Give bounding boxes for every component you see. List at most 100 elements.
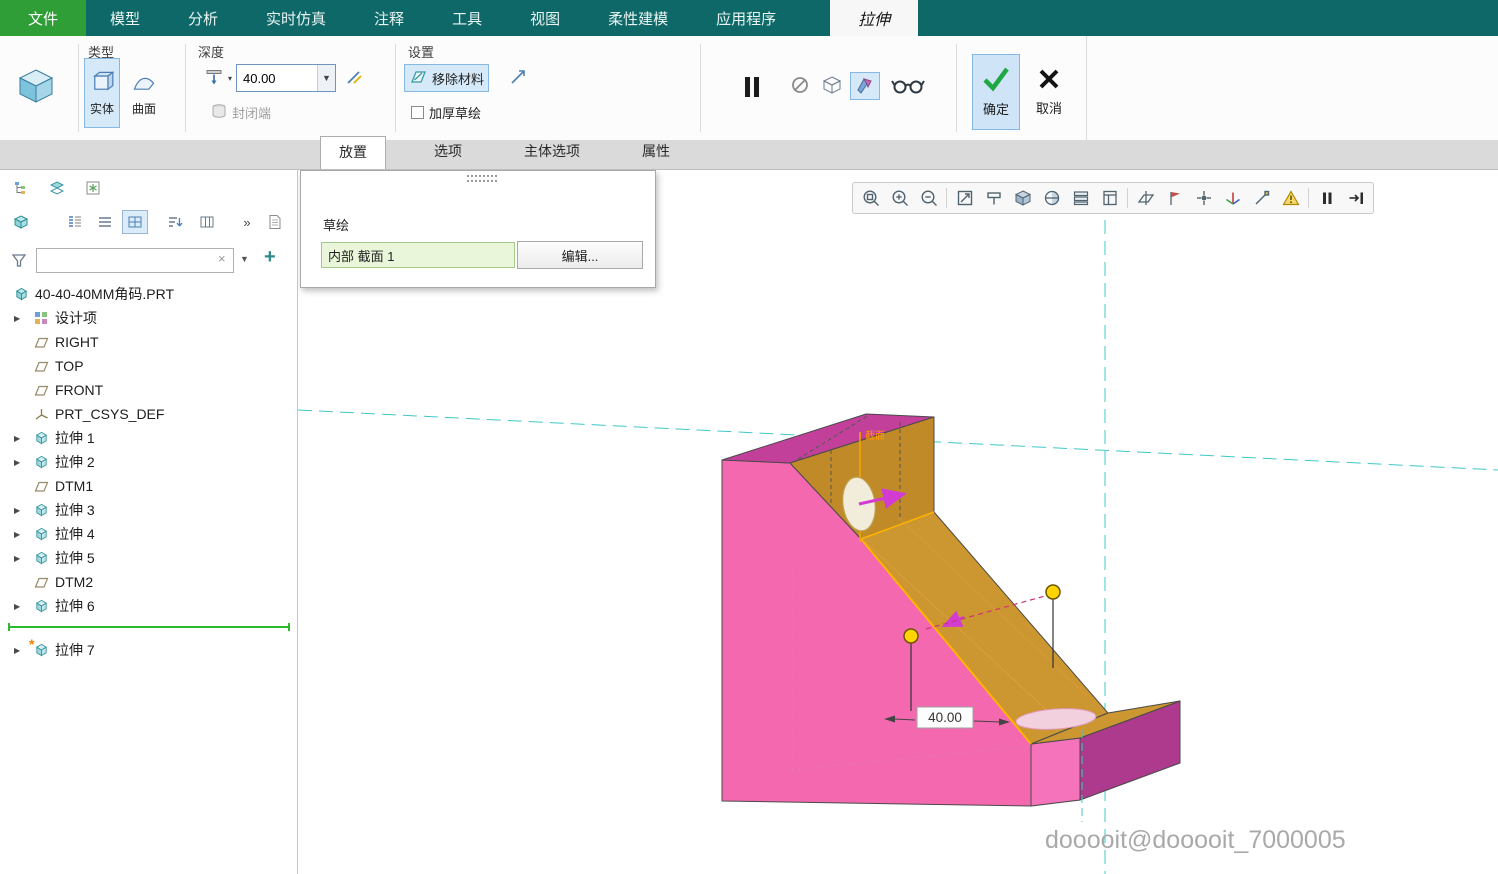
tree-filter-input[interactable]: [36, 248, 234, 273]
layer-list-icon[interactable]: [92, 210, 118, 234]
tree-item-extrude-7[interactable]: ▶ * 拉伸 7: [0, 638, 298, 662]
menu-tab-tools[interactable]: 工具: [428, 0, 506, 36]
tree-item-extrude-3[interactable]: ▶ 拉伸 3: [0, 498, 298, 522]
expander-icon[interactable]: ▶: [14, 530, 34, 539]
pause-button[interactable]: [730, 66, 774, 110]
zoom-window-icon[interactable]: [857, 185, 884, 211]
edit-sketch-button[interactable]: 编辑...: [517, 241, 643, 269]
dimension-value[interactable]: 40.00: [928, 710, 962, 725]
open-document-icon[interactable]: [262, 210, 288, 234]
favorites-icon[interactable]: [80, 176, 106, 200]
panel-grip-handle[interactable]: [467, 175, 497, 182]
depth-type-button[interactable]: ▾: [200, 64, 237, 92]
layer-tree-icon[interactable]: [44, 176, 70, 200]
feature-list-icon[interactable]: [62, 210, 88, 234]
tree-item-dtm2[interactable]: DTM2: [0, 570, 298, 594]
columns-icon[interactable]: [194, 210, 220, 234]
tab-placement[interactable]: 放置: [320, 136, 386, 169]
tab-body-options[interactable]: 主体选项: [510, 136, 594, 169]
tree-item-extrude-1[interactable]: ▶ 拉伸 1: [0, 426, 298, 450]
expander-icon[interactable]: ▶: [14, 506, 34, 515]
remove-material-button[interactable]: 移除材料: [404, 64, 489, 92]
tree-root-part[interactable]: 40-40-40MM角码.PRT: [0, 282, 298, 306]
graphics-viewport[interactable]: 草绘 编辑... 截面: [298, 170, 1498, 874]
model-face-base-front[interactable]: [1031, 738, 1080, 806]
tree-item-extrude-2[interactable]: ▶ 拉伸 2: [0, 450, 298, 474]
sort-icon[interactable]: [162, 210, 188, 234]
clear-filter-icon[interactable]: ×: [218, 251, 226, 266]
refit-icon[interactable]: [951, 185, 978, 211]
warning-display-icon[interactable]: [1277, 185, 1304, 211]
tree-part-icon[interactable]: [8, 210, 34, 234]
checkbox-icon: [411, 106, 424, 119]
saved-views-icon[interactable]: [1067, 185, 1094, 211]
resume-to-end-icon[interactable]: [1342, 185, 1369, 211]
3d-dragger-icon[interactable]: [1219, 185, 1246, 211]
tree-item-right[interactable]: RIGHT: [0, 330, 298, 354]
tree-item-extrude-5[interactable]: ▶ 拉伸 5: [0, 546, 298, 570]
add-filter-button[interactable]: +: [264, 246, 276, 269]
tree-item-front[interactable]: FRONT: [0, 378, 298, 402]
display-style-icon[interactable]: [1009, 185, 1036, 211]
surface-button[interactable]: 曲面: [124, 58, 164, 128]
depth-drag-handle[interactable]: [904, 629, 918, 643]
filter-dropdown-icon[interactable]: ▼: [240, 254, 249, 264]
tree-item-label: 拉伸 5: [55, 548, 95, 568]
section-view-icon[interactable]: [1038, 185, 1065, 211]
menu-tab-realtime-sim[interactable]: 实时仿真: [242, 0, 350, 36]
zoom-out-icon[interactable]: [915, 185, 942, 211]
menu-tab-extrude-active[interactable]: 拉伸: [830, 0, 918, 36]
expander-icon[interactable]: ▶: [14, 314, 34, 323]
preview-glasses-button[interactable]: [886, 70, 930, 102]
attached-preview-button[interactable]: [818, 72, 846, 100]
flip-depth-button[interactable]: [340, 64, 368, 92]
expander-icon[interactable]: ▶: [14, 554, 34, 563]
overflow-chevron[interactable]: »: [234, 210, 260, 234]
tree-item-prt-csys-def[interactable]: PRT_CSYS_DEF: [0, 402, 298, 426]
expander-icon[interactable]: ▶: [14, 458, 34, 467]
tree-item-dtm1[interactable]: DTM1: [0, 474, 298, 498]
depth-drag-handle[interactable]: [1046, 585, 1060, 599]
zoom-in-icon[interactable]: [886, 185, 913, 211]
menu-tab-applications[interactable]: 应用程序: [692, 0, 800, 36]
solid-button[interactable]: 实体: [84, 58, 120, 128]
tree-item-extrude-4[interactable]: ▶ 拉伸 4: [0, 522, 298, 546]
thicken-sketch-checkbox[interactable]: 加厚草绘: [406, 99, 486, 125]
flip-material-side-button[interactable]: [504, 64, 532, 92]
tab-options[interactable]: 选项: [420, 136, 476, 169]
thicken-sketch-label: 加厚草绘: [429, 103, 481, 122]
menu-tab-flexible-modeling[interactable]: 柔性建模: [584, 0, 692, 36]
menu-tab-view[interactable]: 视图: [506, 0, 584, 36]
no-preview-icon: [790, 75, 810, 98]
expander-icon[interactable]: ▶: [14, 434, 34, 443]
geometry-preview-button[interactable]: [850, 72, 880, 100]
extrude-pending-icon: *: [34, 643, 49, 657]
ok-button[interactable]: 确定: [972, 54, 1020, 130]
cancel-button[interactable]: 取消: [1026, 54, 1072, 130]
datum-display-icon[interactable]: [1132, 185, 1159, 211]
expander-icon[interactable]: ▶: [14, 602, 34, 611]
capped-ends-button[interactable]: 封闭端: [206, 99, 276, 125]
tree-item-top[interactable]: TOP: [0, 354, 298, 378]
filter-funnel-icon[interactable]: [6, 248, 32, 272]
view-manager-icon[interactable]: [1096, 185, 1123, 211]
menu-tab-model[interactable]: 模型: [86, 0, 164, 36]
no-preview-button[interactable]: [786, 72, 814, 100]
menu-tab-file[interactable]: 文件: [0, 0, 86, 36]
menu-tab-analysis[interactable]: 分析: [164, 0, 242, 36]
menu-tab-annotate[interactable]: 注释: [350, 0, 428, 36]
tree-item-extrude-6[interactable]: ▶ 拉伸 6: [0, 594, 298, 618]
grid-view-icon[interactable]: [122, 210, 148, 234]
depth-value-input[interactable]: [237, 65, 317, 91]
model-tree-icon[interactable]: [8, 176, 34, 200]
pause-icon[interactable]: [1313, 185, 1340, 211]
tree-item-design-items[interactable]: ▶ 设计项: [0, 306, 298, 330]
depth-dropdown-button[interactable]: ▼: [317, 65, 335, 91]
spin-center-icon[interactable]: [1190, 185, 1217, 211]
sketch-reference-field[interactable]: [321, 242, 515, 268]
sketch-display-icon[interactable]: [1248, 185, 1275, 211]
annotation-display-icon[interactable]: [1161, 185, 1188, 211]
repaint-icon[interactable]: [980, 185, 1007, 211]
tab-properties[interactable]: 属性: [628, 136, 684, 169]
insert-here-indicator[interactable]: [8, 621, 290, 633]
